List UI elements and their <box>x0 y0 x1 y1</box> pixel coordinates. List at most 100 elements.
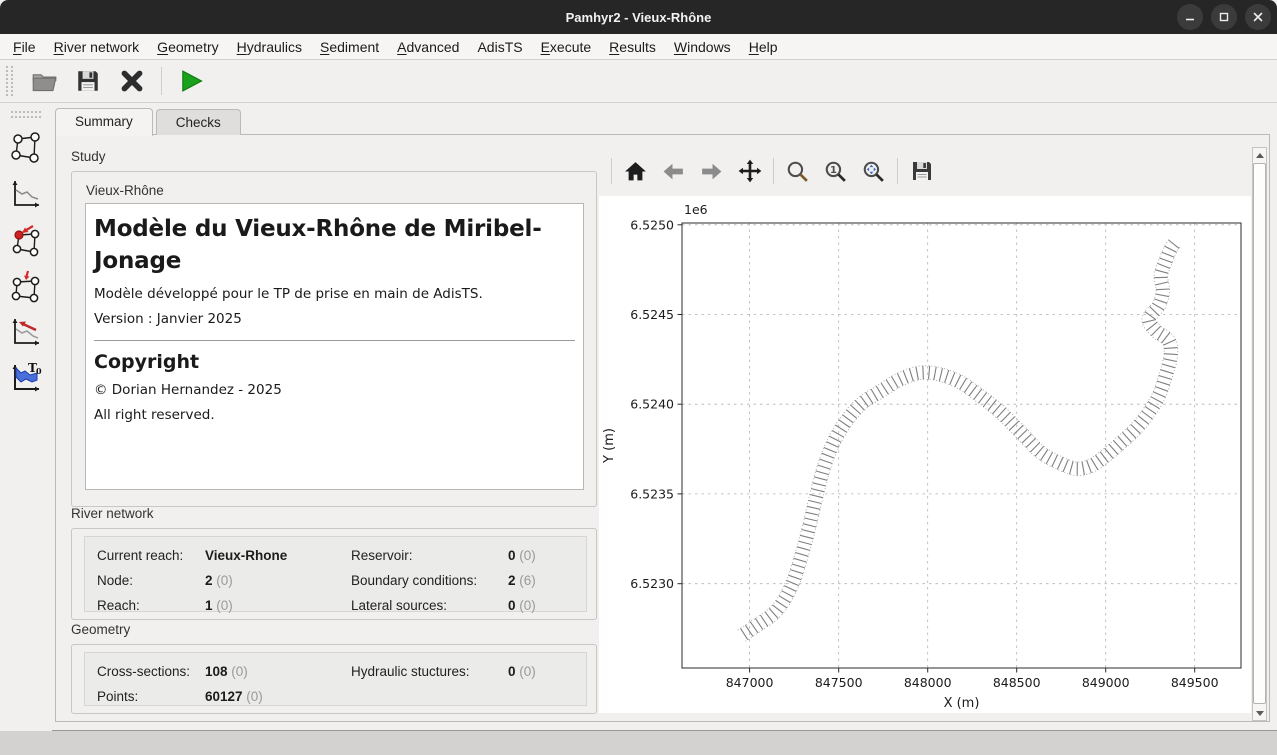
x-tick-label: 849500 <box>1171 675 1219 690</box>
plot-panel: 1 <box>599 146 1251 713</box>
initial-state-t0-button[interactable]: T 0 <box>7 360 45 396</box>
study-groupbox: Vieux-Rhône Modèle du Vieux-Rhône de Mir… <box>71 171 597 507</box>
study-name-label: Vieux-Rhône <box>86 183 164 198</box>
lateral-sources-button[interactable] <box>7 268 45 304</box>
magnifier-1-icon: 1 <box>823 159 848 184</box>
y-axis-label: Y (m) <box>602 428 617 464</box>
tab-bar: Summary Checks <box>55 108 244 135</box>
x-axis-label: X (m) <box>944 696 980 711</box>
scrollbar-thumb[interactable] <box>1253 163 1266 704</box>
menu-adists[interactable]: AdisTS <box>468 36 531 58</box>
menu-file[interactable]: File <box>4 36 45 58</box>
stat-value: 108 (0) <box>205 664 351 679</box>
floppy-save-icon <box>75 68 101 94</box>
copyright-heading: Copyright <box>94 351 575 373</box>
window-title: Pamhyr2 - Vieux-Rhône <box>566 10 712 25</box>
toolbar-grip[interactable] <box>6 66 13 96</box>
river-network-plot[interactable]: 8470008475008480008485008490008495006.52… <box>599 197 1251 713</box>
open-study-button[interactable] <box>29 66 59 96</box>
stat-label: Lateral sources: <box>351 598 508 613</box>
plot-zoom-region-button[interactable]: 1 <box>821 157 850 186</box>
plot-save-button[interactable] <box>907 157 936 186</box>
y-tick-label: 6.5250 <box>630 217 674 232</box>
menu-advanced[interactable]: Advanced <box>388 36 468 58</box>
plot-zoom-button[interactable] <box>783 157 812 186</box>
stat-label: Reach: <box>97 598 205 613</box>
stat-value: 0 (0) <box>508 548 574 563</box>
axis-offset-label: 1e6 <box>684 202 708 217</box>
river-network-groupbox: Current reach:Vieux-RhoneReservoir:0 (0)… <box>71 528 597 620</box>
side-toolbar: T 0 <box>0 103 52 731</box>
scroll-down-arrow[interactable] <box>1253 706 1266 720</box>
network-node-selected-icon <box>9 223 43 257</box>
maximize-button[interactable] <box>1211 4 1237 30</box>
stat-value: 60127 (0) <box>205 689 351 704</box>
vertical-scrollbar[interactable] <box>1252 147 1267 721</box>
menu-river-network[interactable]: River network <box>45 36 149 58</box>
menu-results[interactable]: Results <box>600 36 665 58</box>
menu-windows[interactable]: Windows <box>665 36 740 58</box>
titlebar[interactable]: Pamhyr2 - Vieux-Rhône <box>0 0 1277 34</box>
plot-zoom-fit-button[interactable] <box>859 157 888 186</box>
river-network-button[interactable] <box>7 130 45 166</box>
copyright-line2: All right reserved. <box>94 407 575 423</box>
menu-help[interactable]: Help <box>740 36 787 58</box>
concentration-initial-button[interactable] <box>7 314 45 350</box>
stat-label: Reservoir: <box>351 548 508 563</box>
stat-value: 2 (6) <box>508 573 574 588</box>
study-doc-title: Modèle du Vieux-Rhône de Miribel-Jonage <box>94 213 575 277</box>
home-icon <box>623 159 648 184</box>
plot-back-button[interactable] <box>659 157 688 186</box>
network-graph-icon <box>9 131 43 165</box>
svg-text:1: 1 <box>830 164 837 175</box>
node-boundary-conditions-button[interactable] <box>7 222 45 258</box>
study-doc-subtitle: Modèle développé pour le TP de prise en … <box>94 286 575 302</box>
chart-t0-blue-icon: T 0 <box>9 361 43 395</box>
plot-toolbar-separator <box>897 158 898 184</box>
side-toolbar-grip[interactable] <box>11 111 41 118</box>
stat-label: Current reach: <box>97 548 205 563</box>
x-tick-label: 847000 <box>726 675 774 690</box>
menu-geometry[interactable]: Geometry <box>148 36 227 58</box>
run-solver-button[interactable] <box>176 66 206 96</box>
stat-label: Points: <box>97 689 205 704</box>
y-tick-label: 6.5235 <box>630 486 674 501</box>
folder-open-icon <box>31 68 58 95</box>
svg-text:0: 0 <box>36 366 42 376</box>
profile-chart-icon <box>9 177 43 211</box>
x-tick-label: 848000 <box>904 675 952 690</box>
plot-pan-button[interactable] <box>735 157 764 186</box>
menu-bar: FileRiver networkGeometryHydraulicsSedim… <box>0 34 1277 60</box>
run-play-icon <box>177 67 205 95</box>
minimize-button[interactable] <box>1177 4 1203 30</box>
stat-value: 0 (0) <box>508 598 574 613</box>
geometry-stats: Cross-sections:108 (0)Hydraulic stucture… <box>84 652 587 706</box>
x-tick-label: 848500 <box>993 675 1041 690</box>
plot-toolbar-separator <box>611 158 612 184</box>
study-description[interactable]: Modèle du Vieux-Rhône de Miribel-Jonage … <box>85 203 584 490</box>
plot-forward-button[interactable] <box>697 157 726 186</box>
stat-value: Vieux-Rhone <box>205 548 351 563</box>
study-doc-version: Version : Janvier 2025 <box>94 311 575 327</box>
copyright-line1: © Dorian Hernandez - 2025 <box>94 382 575 398</box>
stat-label: Cross-sections: <box>97 664 205 679</box>
y-tick-label: 6.5230 <box>630 576 674 591</box>
scroll-up-arrow[interactable] <box>1253 148 1266 162</box>
menu-execute[interactable]: Execute <box>532 36 601 58</box>
menu-sediment[interactable]: Sediment <box>311 36 388 58</box>
geometry-profile-button[interactable] <box>7 176 45 212</box>
save-study-button[interactable] <box>73 66 103 96</box>
river-network-stats: Current reach:Vieux-RhoneReservoir:0 (0)… <box>84 536 587 612</box>
plot-toolbar-separator <box>773 158 774 184</box>
stat-label: Node: <box>97 573 205 588</box>
close-button[interactable] <box>1245 4 1271 30</box>
tab-checks[interactable]: Checks <box>156 109 241 135</box>
menu-hydraulics[interactable]: Hydraulics <box>228 36 311 58</box>
doc-divider <box>94 340 575 341</box>
tab-summary[interactable]: Summary <box>55 108 153 136</box>
plot-home-button[interactable] <box>621 157 650 186</box>
close-study-button[interactable] <box>117 66 147 96</box>
stat-label: Hydraulic stuctures: <box>351 664 508 679</box>
stat-value: 0 (0) <box>508 664 574 679</box>
stat-value: 2 (0) <box>205 573 351 588</box>
